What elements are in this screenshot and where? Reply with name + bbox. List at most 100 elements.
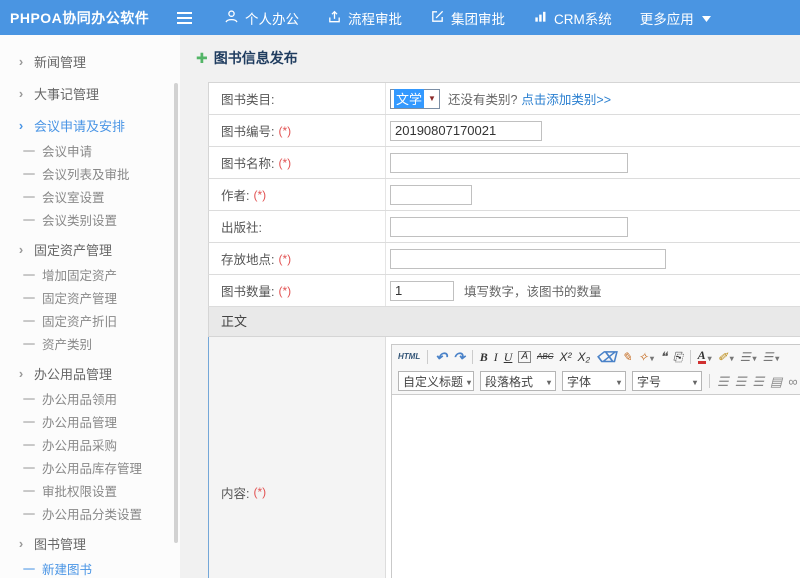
category-select[interactable]: 文学 ▼ (390, 89, 440, 109)
rich-text-editor: HTML ↶ ↷ B I U A ABC X² X₂ ⌫ ✎ (391, 344, 800, 578)
person-icon (224, 9, 245, 27)
nav-group-approval[interactable]: 集团审批 (430, 8, 505, 28)
nav-crm-system[interactable]: CRM系统 (533, 8, 612, 28)
body-section-header: 正文 (208, 307, 800, 337)
add-category-link[interactable]: 点击添加类别>> (521, 89, 611, 108)
dropdown-caret-icon (773, 351, 779, 363)
color-wand-button[interactable]: ✧ (638, 351, 654, 363)
ordered-list-button[interactable]: ☰ (740, 351, 757, 363)
sidebar-item-meeting-list[interactable]: 一会议列表及审批 (0, 162, 180, 185)
strikethrough-button[interactable]: ABC (537, 353, 553, 361)
sidebar-item-asset-manage[interactable]: 一固定资产管理 (0, 286, 180, 309)
sidebar-item-asset-management[interactable]: ›固定资产管理 (0, 235, 180, 263)
subscript-button[interactable]: X₂ (578, 351, 591, 363)
quantity-hint: 填写数字，该图书的数量 (464, 281, 602, 300)
dropdown-caret-icon (648, 351, 654, 363)
chevron-right-icon: › (14, 366, 28, 381)
dash-icon: 一 (22, 481, 36, 500)
quantity-input[interactable] (390, 281, 454, 301)
location-input[interactable] (390, 249, 666, 269)
bullet-list-button[interactable]: ☰ (763, 351, 780, 363)
chevron-right-icon: › (14, 118, 28, 133)
sidebar-item-asset-depreciation[interactable]: 一固定资产折旧 (0, 309, 180, 332)
edit-square-icon (430, 9, 451, 27)
form-row-book-name: 图书名称:(*) (208, 147, 800, 179)
align-left-button[interactable]: ☰ (717, 375, 729, 388)
align-center-button[interactable]: ☰ (735, 375, 747, 388)
sidebar-item-events-management[interactable]: ›大事记管理 (0, 79, 180, 107)
sidebar-item-supplies-inventory[interactable]: 一办公用品库存管理 (0, 456, 180, 479)
book-no-input[interactable] (390, 121, 542, 141)
author-input[interactable] (390, 185, 472, 205)
toolbar-separator (690, 350, 691, 364)
dropdown-caret-icon (728, 351, 734, 363)
nav-workflow-approval[interactable]: 流程审批 (327, 8, 402, 28)
dropdown-caret-icon (689, 374, 697, 388)
underline-button[interactable]: U (504, 351, 513, 363)
sidebar-item-supplies-management[interactable]: ›办公用品管理 (0, 359, 180, 387)
sidebar-item-book-management[interactable]: ›图书管理 (0, 529, 180, 557)
nav-more-apps[interactable]: 更多应用 (640, 8, 717, 28)
sidebar-item-meeting-category[interactable]: 一会议类别设置 (0, 208, 180, 231)
book-name-input[interactable] (390, 153, 628, 173)
publisher-input[interactable] (390, 217, 628, 237)
select-arrow-icon: ▼ (428, 94, 436, 103)
font-size-dropdown[interactable]: 字号 (632, 371, 702, 391)
form-row-book-no: 图书编号: (*) (208, 115, 800, 147)
nav-personal-office[interactable]: 个人办公 (224, 8, 299, 28)
bold-button[interactable]: B (480, 351, 488, 363)
align-right-button[interactable]: ☰ (752, 375, 764, 388)
superscript-button[interactable]: X² (560, 351, 572, 363)
form-row-author: 作者:(*) (208, 179, 800, 211)
html-source-button[interactable]: HTML (398, 353, 420, 361)
editor-content-area[interactable] (392, 395, 800, 578)
sidebar-item-asset-category[interactable]: 一资产类别 (0, 332, 180, 355)
form-row-quantity: 图书数量:(*) 填写数字，该图书的数量 (208, 275, 800, 307)
format-brush-button[interactable]: ✎ (622, 351, 632, 363)
book-no-label: 图书编号: (221, 121, 274, 140)
sidebar-item-news-management[interactable]: ›新闻管理 (0, 47, 180, 75)
highlight-pen-button[interactable]: ✐ (718, 351, 734, 363)
link-button[interactable]: ∞ (788, 375, 797, 388)
sidebar-item-book-new[interactable]: 一新建图书 (0, 557, 180, 578)
workflow-icon (327, 9, 348, 27)
sidebar-item-supplies-purchase[interactable]: 一办公用品采购 (0, 433, 180, 456)
page-title: ✚ 图书信息发布 (196, 48, 298, 68)
paste-text-button[interactable]: ⎘ (673, 351, 683, 363)
blockquote-button[interactable]: ❝ (660, 350, 667, 363)
italic-button[interactable]: I (494, 351, 498, 363)
dash-icon: 一 (22, 458, 36, 477)
hamburger-menu-icon[interactable] (176, 11, 196, 25)
font-color-button[interactable]: A (698, 349, 712, 364)
required-mark: (*) (278, 124, 291, 138)
paragraph-format-dropdown[interactable]: 段落格式 (480, 371, 556, 391)
dash-icon: 一 (22, 288, 36, 307)
font-family-dropdown[interactable]: 字体 (562, 371, 626, 391)
category-hint: 还没有类别? (448, 89, 517, 108)
sidebar-item-supplies-manage[interactable]: 一办公用品管理 (0, 410, 180, 433)
sidebar-item-asset-add[interactable]: 一增加固定资产 (0, 263, 180, 286)
top-bar: PHPOA协同办公软件 个人办公 流程审批 集团审批 CRM系统 (0, 0, 800, 35)
justify-button[interactable]: ▤ (770, 375, 782, 388)
sidebar-item-meeting-management[interactable]: ›会议申请及安排 (0, 111, 180, 139)
sidebar-item-supplies-claim[interactable]: 一办公用品领用 (0, 387, 180, 410)
required-mark: (*) (253, 188, 266, 202)
sidebar-item-meeting-apply[interactable]: 一会议申请 (0, 139, 180, 162)
redo-button[interactable]: ↷ (453, 350, 465, 364)
font-style-button[interactable]: A (518, 351, 531, 363)
eraser-button[interactable]: ⌫ (596, 350, 616, 364)
sidebar-item-meeting-room[interactable]: 一会议室设置 (0, 185, 180, 208)
sidebar-scrollbar[interactable] (174, 83, 178, 543)
dash-icon: 一 (22, 504, 36, 523)
undo-button[interactable]: ↶ (435, 350, 447, 364)
custom-heading-dropdown[interactable]: 自定义标题 (398, 371, 474, 391)
dash-icon: 一 (22, 164, 36, 183)
sidebar-item-approval-permission[interactable]: 一审批权限设置 (0, 479, 180, 502)
form-row-category: 图书类目: 文学 ▼ 还没有类别? 点击添加类别>> (208, 83, 800, 115)
location-label: 存放地点: (221, 249, 274, 268)
dash-icon: 一 (22, 412, 36, 431)
sidebar-item-supplies-classify[interactable]: 一办公用品分类设置 (0, 502, 180, 525)
content-label: 内容: (221, 483, 249, 502)
dash-icon: 一 (22, 334, 36, 353)
dash-icon: 一 (22, 389, 36, 408)
